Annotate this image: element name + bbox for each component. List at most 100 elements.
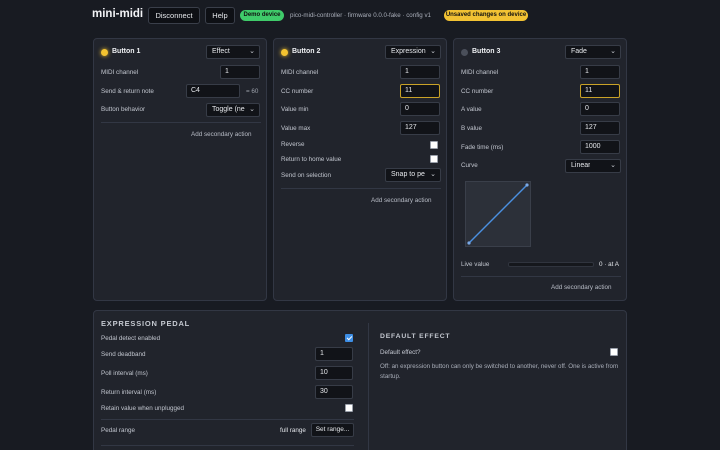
return-interval-label: Return interval (ms) [101, 389, 157, 396]
live-value-label: Live value [461, 261, 490, 268]
value-max-label: Value max [281, 125, 311, 132]
cc-number-input[interactable]: 11 [400, 84, 440, 98]
divider [281, 188, 441, 189]
poll-interval-input[interactable]: 10 [315, 366, 353, 380]
return-interval-input[interactable]: 30 [315, 385, 353, 399]
top-bar: mini-midi Disconnect Help Demo device pi… [0, 0, 720, 32]
chevron-down-icon: ⌄ [430, 48, 436, 55]
retain-value-label: Retain value when unplugged [101, 405, 184, 412]
curve-label: Curve [461, 162, 478, 169]
default-effect-title: DEFAULT EFFECT [380, 333, 451, 340]
return-to-home-checkbox[interactable] [430, 155, 438, 163]
value-max-input[interactable]: 127 [400, 121, 440, 135]
cc-number-label: CC number [461, 88, 494, 95]
return-to-home-label: Return to home value [281, 156, 342, 163]
divider [461, 276, 621, 277]
curve-end-handle [525, 183, 529, 187]
default-effect-help: Off: an expression button can only be sw… [380, 363, 619, 380]
live-value-bar [508, 262, 594, 267]
mode-select[interactable]: Expression ⌄ [385, 45, 441, 59]
status-dot-icon [281, 49, 288, 56]
disconnect-button[interactable]: Disconnect [148, 7, 200, 24]
a-value-input[interactable]: 0 [580, 102, 620, 116]
mode-select[interactable]: Fade ⌄ [565, 45, 621, 59]
pedal-range-value: full range [280, 427, 306, 434]
send-deadband-input[interactable]: 1 [315, 347, 353, 361]
send-deadband-label: Send deadband [101, 351, 146, 358]
chevron-down-icon: ⌄ [249, 48, 255, 55]
add-secondary-action-button[interactable]: Add secondary action [371, 197, 432, 204]
live-value: 0 · at A [599, 261, 619, 268]
value-min-input[interactable]: 0 [400, 102, 440, 116]
demo-device-badge: Demo device [240, 10, 284, 21]
midi-channel-input[interactable]: 1 [580, 65, 620, 79]
value-min-label: Value min [281, 106, 309, 113]
a-value-label: A value [461, 106, 482, 113]
reverse-label: Reverse [281, 141, 305, 148]
note-number: = 60 [246, 88, 259, 95]
button-1-card: Button 1 Effect ⌄ MIDI channel 1 Send & … [93, 38, 267, 301]
curve-value: Linear [571, 162, 591, 169]
card-title: Button 2 [292, 48, 321, 55]
send-on-selection-value: Snap to pe [391, 171, 425, 178]
poll-interval-label: Poll interval (ms) [101, 370, 148, 377]
mode-value: Fade [571, 48, 587, 55]
curve-start-handle [467, 241, 471, 245]
behavior-value: Toggle (nee [212, 106, 245, 113]
button-2-card: Button 2 Expression ⌄ MIDI channel 1 CC … [273, 38, 447, 301]
help-button[interactable]: Help [205, 7, 235, 24]
default-effect-checkbox[interactable] [610, 348, 618, 356]
retain-value-checkbox[interactable] [345, 404, 353, 412]
midi-channel-label: MIDI channel [101, 69, 139, 76]
mode-value: Effect [212, 48, 230, 55]
button-behavior-select[interactable]: Toggle (nee ⌄ [206, 103, 260, 117]
set-range-button[interactable]: Set range... [311, 423, 354, 437]
send-on-selection-select[interactable]: Snap to pe ⌄ [385, 168, 441, 182]
app-title: mini-midi [92, 8, 144, 20]
firmware-meta: pico-midi-controller · firmware 0.0.0-fa… [290, 12, 431, 19]
button-3-card: Button 3 Fade ⌄ MIDI channel 1 CC number… [453, 38, 627, 301]
mode-select[interactable]: Effect ⌄ [206, 45, 260, 59]
button-behavior-label: Button behavior [101, 106, 146, 113]
cc-number-label: CC number [281, 88, 314, 95]
curve-select[interactable]: Linear ⌄ [565, 159, 621, 173]
chevron-down-icon: ⌄ [610, 162, 616, 169]
chevron-down-icon: ⌄ [249, 106, 255, 113]
cc-number-input[interactable]: 11 [580, 84, 620, 98]
status-dot-icon [461, 49, 468, 56]
unsaved-changes-badge: Unsaved changes on device [444, 10, 528, 21]
card-title: Button 1 [112, 48, 141, 55]
fade-time-label: Fade time (ms) [461, 144, 504, 151]
send-return-note-label: Send & return note [101, 88, 154, 95]
divider [101, 122, 261, 123]
divider [101, 445, 354, 446]
add-secondary-action-button[interactable]: Add secondary action [551, 284, 612, 291]
mode-value: Expression [391, 48, 426, 55]
pedal-range-label: Pedal range [101, 427, 135, 434]
divider [101, 419, 354, 420]
expression-pedal-title: EXPRESSION PEDAL [101, 319, 191, 328]
pedal-detect-label: Pedal detect enabled [101, 335, 161, 342]
midi-channel-input[interactable]: 1 [400, 65, 440, 79]
curve-preview-graph [467, 183, 529, 245]
reverse-checkbox[interactable] [430, 141, 438, 149]
midi-channel-label: MIDI channel [281, 69, 319, 76]
midi-channel-input[interactable]: 1 [220, 65, 260, 79]
b-value-input[interactable]: 127 [580, 121, 620, 135]
add-secondary-action-button[interactable]: Add secondary action [191, 131, 252, 138]
note-input[interactable]: C4 [186, 84, 240, 98]
b-value-label: B value [461, 125, 483, 132]
status-dot-icon [101, 49, 108, 56]
default-effect-label: Default effect? [380, 349, 421, 356]
curve-preview [465, 181, 531, 247]
expression-pedal-panel: EXPRESSION PEDAL Pedal detect enabled Se… [93, 310, 627, 450]
pedal-detect-checkbox[interactable] [345, 334, 353, 342]
curve-line [468, 184, 528, 244]
card-title: Button 3 [472, 48, 501, 55]
column-divider [368, 323, 369, 450]
chevron-down-icon: ⌄ [610, 48, 616, 55]
fade-time-input[interactable]: 1000 [580, 140, 620, 154]
chevron-down-icon: ⌄ [430, 171, 436, 178]
midi-channel-label: MIDI channel [461, 69, 499, 76]
send-on-selection-label: Send on selection [281, 172, 332, 179]
